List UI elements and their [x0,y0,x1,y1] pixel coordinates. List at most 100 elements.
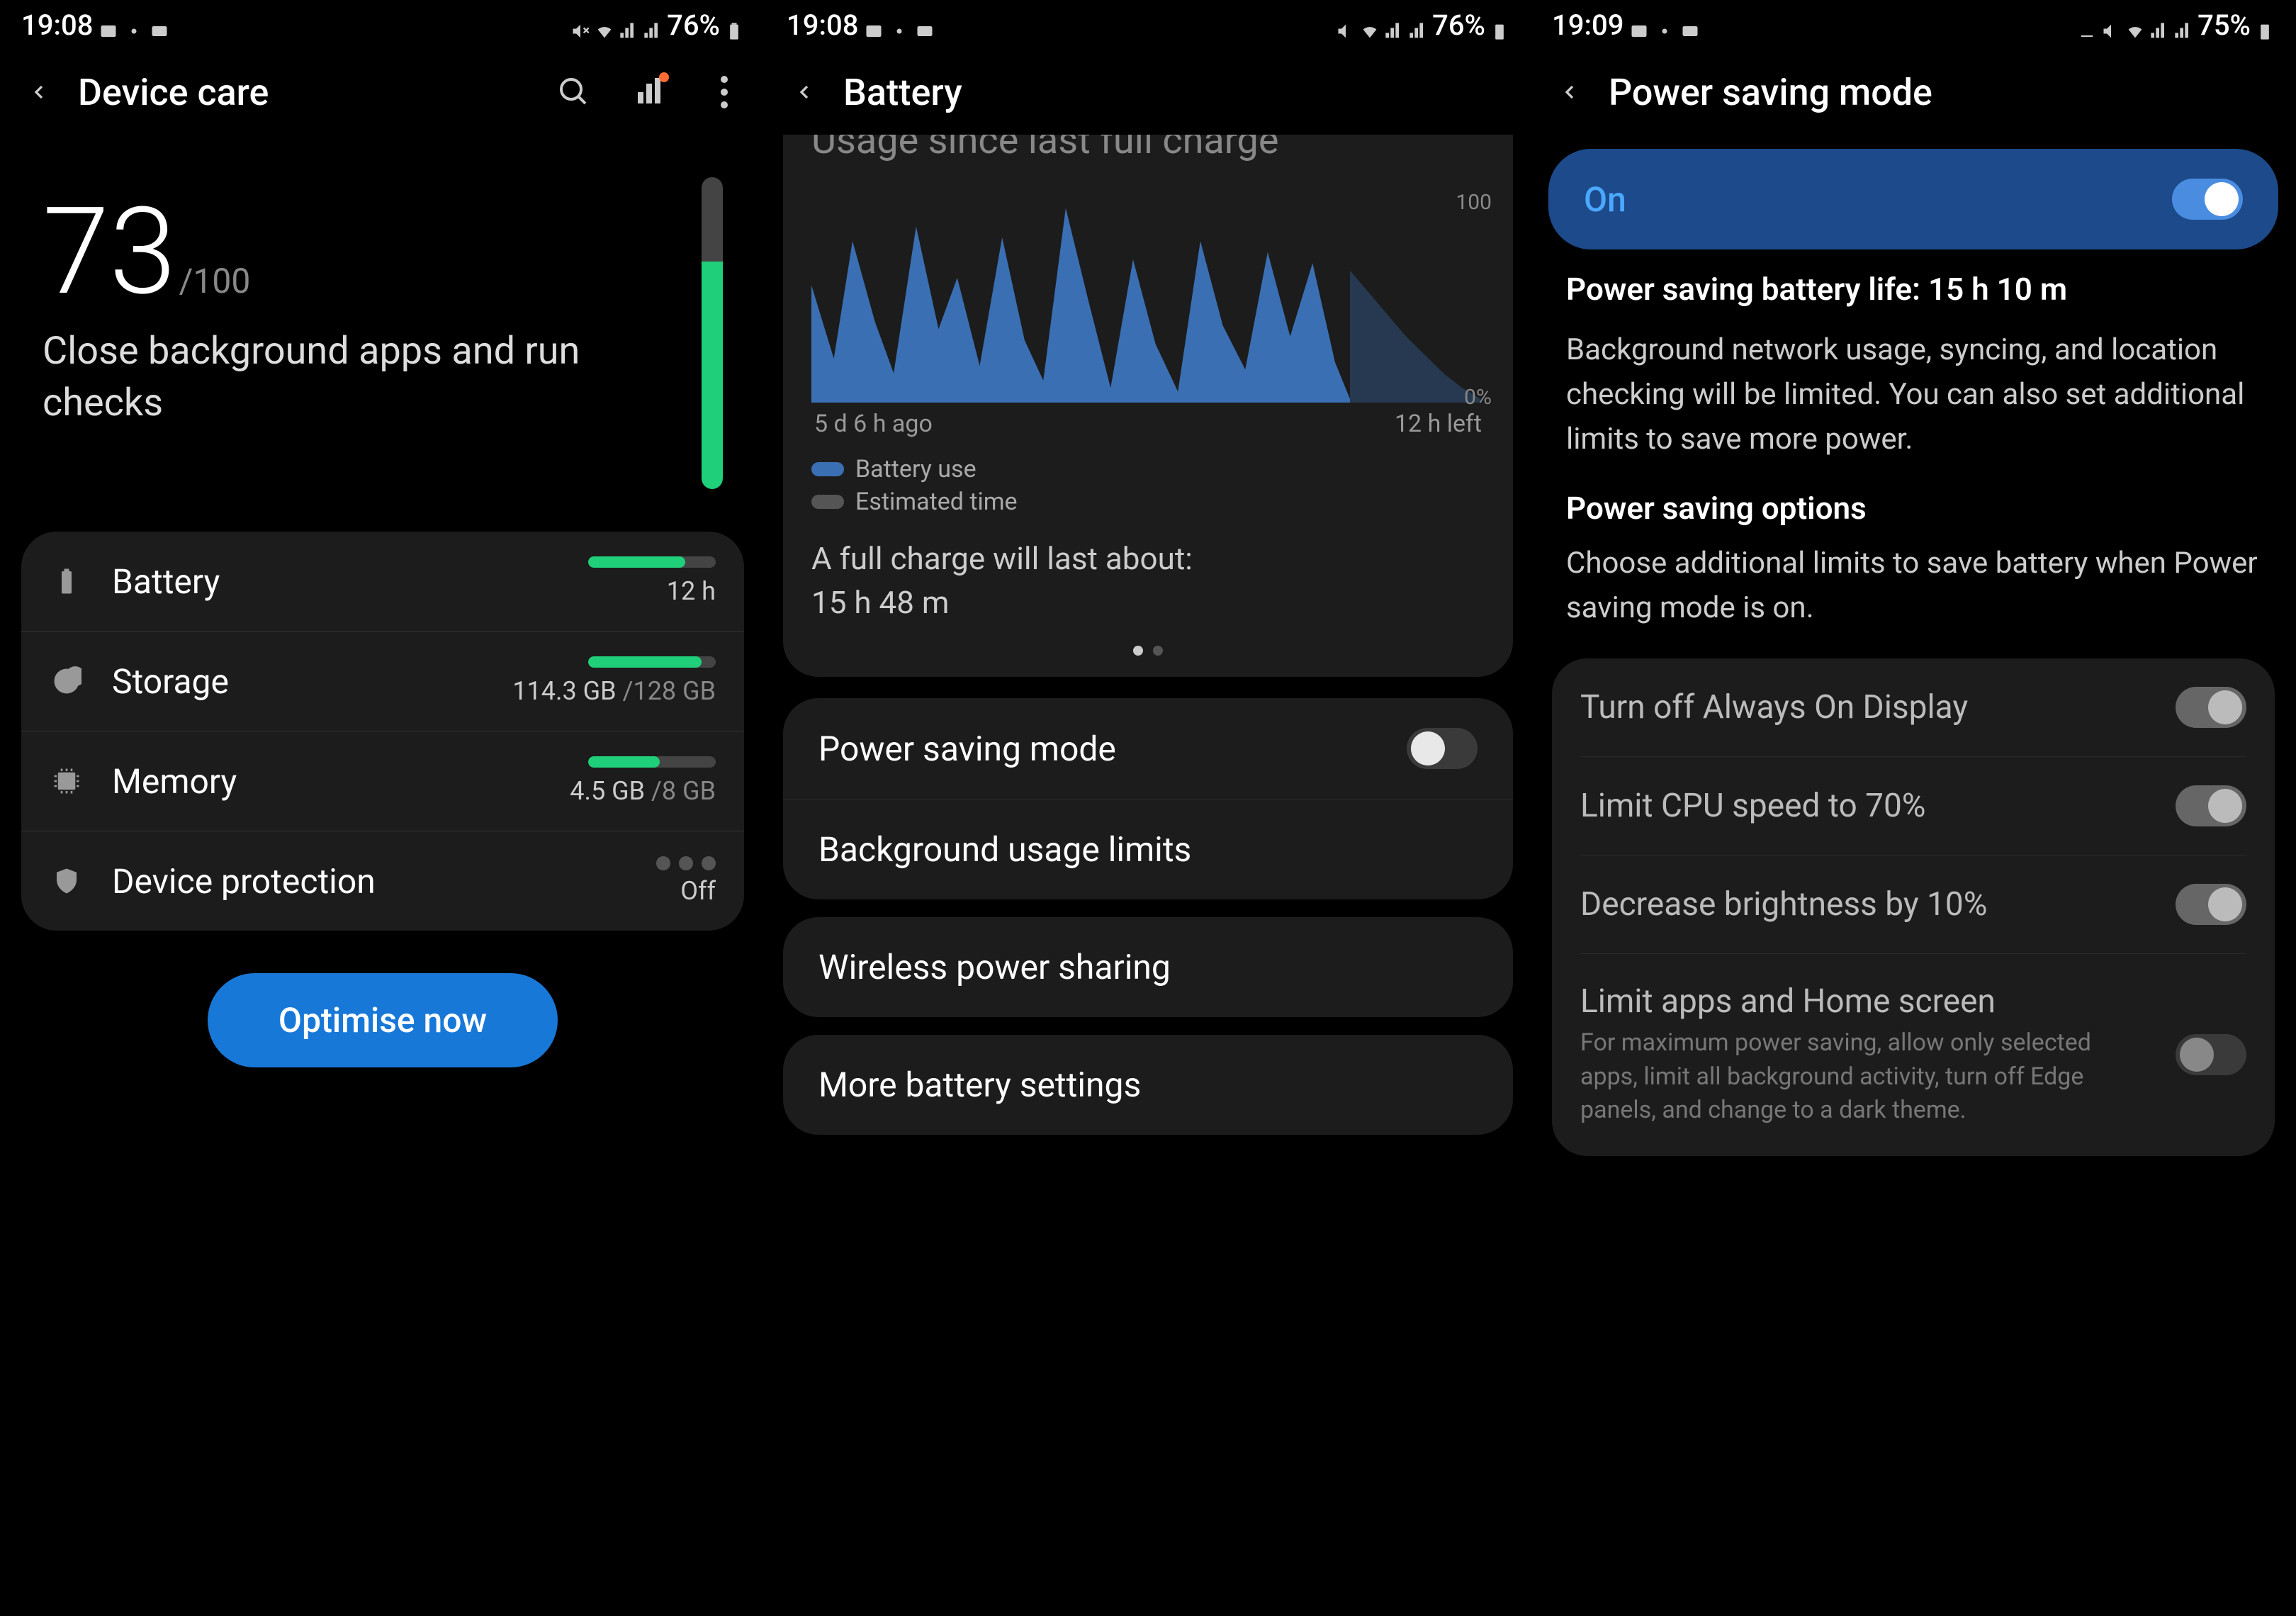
score-area: 73 /100 Close background apps and run ch… [0,135,765,517]
clock: 19:09 [1552,9,1623,42]
more-label: More battery settings [818,1065,1478,1105]
wifi-icon [595,15,614,35]
battery-pct: 76% [667,9,720,42]
cpu-toggle[interactable] [2176,785,2246,826]
legend-estimate-label: Estimated time [855,488,1018,516]
chart-legend: Battery use Estimated time [811,455,1485,516]
protection-row[interactable]: Device protection Off [21,831,744,931]
power-saving-screen: 19:09 75% Power saving mode On Power sav… [1531,0,2296,1616]
battery-icon [50,564,84,598]
more-settings-row[interactable]: More battery settings [783,1035,1513,1135]
pager-dots [811,646,1485,656]
y-axis-bottom: 0% [1464,385,1492,410]
legend-battery-icon [811,462,844,476]
cpu-label: Limit CPU speed to 70% [1580,787,2176,825]
cc-icon [150,15,169,35]
wireless-power-row[interactable]: Wireless power sharing [783,917,1513,1017]
header: Power saving mode [1531,50,2296,135]
aod-toggle[interactable] [2176,687,2246,728]
protection-label: Device protection [112,861,656,902]
cpu-row[interactable]: Limit CPU speed to 70% [1580,757,2246,855]
power-saving-on-card[interactable]: On [1548,149,2278,249]
cc-icon [915,15,935,35]
power-saving-options: Turn off Always On Display Limit CPU spe… [1552,658,2275,1156]
brightness-toggle[interactable] [2176,884,2246,925]
storage-icon [50,664,84,698]
battery-row[interactable]: Battery 12 h [21,532,744,632]
page-title: Device care [78,71,519,114]
dot-icon [124,15,144,35]
x-axis-left: 5 d 6 h ago [814,410,933,438]
on-label: On [1584,179,2172,220]
limit-apps-row[interactable]: Limit apps and Home screen For maximum p… [1580,954,2246,1156]
chart-icon[interactable] [629,72,669,112]
more-menu-icon[interactable] [704,72,744,112]
battery-label: Battery [112,561,588,602]
chart-header: Usage since last full charge [811,135,1485,169]
signal2-icon [1408,15,1428,35]
x-axis-right: 12 h left [1395,410,1482,438]
dot-icon [889,15,909,35]
image-icon [864,15,884,35]
storage-value: 114.3 GB [512,676,616,706]
memory-value: 4.5 GB [570,776,645,806]
wifi-icon [2125,15,2145,35]
image-icon [1629,15,1649,35]
mute-icon [2101,15,2121,35]
clock: 19:08 [21,9,93,42]
full-charge-value: 15 h 48 m [811,581,1485,625]
image-icon [99,15,118,35]
signal-icon [1384,15,1404,35]
score-subtitle: Close background apps and run checks [43,326,702,430]
mute-icon [1336,15,1356,35]
y-axis-top: 100 [1456,190,1492,215]
legend-estimate-icon [811,495,844,509]
clock: 19:08 [787,9,858,42]
header: Device care [0,50,765,135]
score-max: /100 [179,261,251,301]
more-group: More battery settings [783,1035,1513,1135]
battery-pct: 76% [1432,9,1485,42]
mute-icon [570,15,590,35]
power-settings-group: Power saving mode Background usage limit… [783,698,1513,899]
brightness-label: Decrease brightness by 10% [1580,885,2176,924]
back-button[interactable] [1552,74,1587,110]
device-care-screen: 19:08 76% Device care 73 /100 Close back… [0,0,765,1616]
storage-label: Storage [112,661,512,702]
battery-life-text: Background network usage, syncing, and l… [1566,327,2261,461]
status-bar: 19:08 76% [0,0,765,50]
battery-chart: 100 0% [811,197,1485,403]
cc-icon [1680,15,1700,35]
brightness-row[interactable]: Decrease brightness by 10% [1580,855,2246,954]
status-bar: 19:09 75% [1531,0,2296,50]
usage-chart-card[interactable]: Usage since last full charge 100 0% 5 d … [783,135,1513,677]
power-saving-toggle[interactable] [1407,728,1478,769]
back-button[interactable] [21,74,57,110]
aod-label: Turn off Always On Display [1580,688,2176,726]
dot-icon [1655,15,1675,35]
power-saving-master-toggle[interactable] [2172,179,2243,220]
score-bar [702,177,723,489]
options-text: Choose additional limits to save battery… [1566,541,2261,630]
legend-battery-label: Battery use [855,455,977,483]
wireless-label: Wireless power sharing [818,947,1478,987]
power-saving-mode-row[interactable]: Power saving mode [783,698,1513,799]
background-limits-label: Background usage limits [818,829,1478,870]
power-saving-info: Power saving battery life: 15 h 10 m Bac… [1531,271,2296,630]
signal-icon [2149,15,2169,35]
aod-row[interactable]: Turn off Always On Display [1580,658,2246,757]
memory-icon [50,764,84,798]
limit-apps-toggle[interactable] [2176,1034,2246,1075]
background-limits-row[interactable]: Background usage limits [783,799,1513,899]
signal-icon [619,15,638,35]
limit-apps-sub: For maximum power saving, allow only sel… [1580,1026,2119,1128]
optimise-button[interactable]: Optimise now [208,973,558,1067]
battery-icon [724,15,744,35]
storage-row[interactable]: Storage 114.3 GB /128 GB [21,632,744,731]
memory-row[interactable]: Memory 4.5 GB /8 GB [21,731,744,831]
back-button[interactable] [787,74,822,110]
battery-icon [2255,15,2275,35]
signal2-icon [643,15,663,35]
search-icon[interactable] [554,72,594,112]
care-list: Battery 12 h Storage 114.3 GB /128 GB Me… [21,532,744,931]
